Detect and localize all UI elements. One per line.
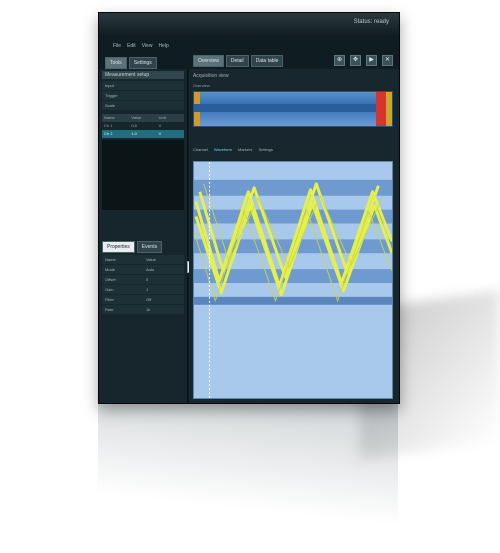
left-panel: Measurement setup Input Trigger Scale Na…: [99, 69, 188, 403]
column-header: Value: [131, 115, 142, 120]
property-value: 0: [146, 277, 149, 282]
table-cell: V: [158, 123, 162, 128]
menu-item-help[interactable]: Help: [158, 43, 168, 49]
tab-tools[interactable]: Tools: [105, 57, 127, 69]
property-value: 1: [146, 287, 149, 292]
filter-bar: Channel Waveform Markers Settings: [193, 147, 273, 152]
table-cell: 1.0: [131, 131, 137, 136]
property-row[interactable]: Gain 1: [102, 285, 184, 294]
property-value: Off: [146, 297, 152, 302]
table-cell: Ch 2: [104, 131, 113, 136]
property-key: Gain: [105, 287, 114, 292]
timeline-strip: [194, 104, 392, 112]
title-bar: Status: ready: [99, 13, 399, 37]
bottom-tabs: Properties Events: [102, 241, 163, 253]
overview-timeline[interactable]: [193, 91, 393, 127]
band: [194, 296, 392, 305]
panel-header: Measurement setup: [102, 71, 184, 79]
tab-data-table[interactable]: Data table: [250, 55, 284, 67]
filter-channel[interactable]: Channel: [193, 147, 208, 152]
property-row[interactable]: Offset 0: [102, 275, 184, 284]
view-header: Acquisition view: [193, 73, 229, 79]
play-icon[interactable]: ▶: [366, 55, 377, 66]
close-icon[interactable]: ✕: [382, 55, 393, 66]
app-window: Status: ready File Edit View Help Tools …: [98, 12, 400, 404]
table-cell: Ch 1: [104, 123, 113, 128]
property-key: Filter: [105, 297, 114, 302]
field-scale[interactable]: Scale: [102, 101, 184, 110]
property-key: Rate: [105, 307, 114, 312]
table-row[interactable]: Ch 1 0.5 V: [102, 122, 184, 130]
timeline-end-cap: [386, 92, 392, 126]
tab-events[interactable]: Events: [136, 241, 163, 253]
field-input[interactable]: Input: [102, 81, 184, 90]
column-header: Name: [104, 115, 115, 120]
column-header: Unit: [158, 115, 166, 120]
window-title: Status: ready: [353, 19, 389, 25]
overview-label: Overview: [193, 83, 210, 88]
zoom-icon[interactable]: ⊕: [334, 55, 345, 66]
pan-icon[interactable]: ✥: [350, 55, 361, 66]
property-row[interactable]: Name Value: [102, 255, 184, 264]
waveform-trace: [198, 182, 380, 279]
property-value: Value: [146, 257, 156, 262]
table-row-selected[interactable]: Ch 2 1.0 V: [102, 130, 184, 138]
table-cell: V: [158, 131, 162, 136]
field-trigger[interactable]: Trigger: [102, 91, 184, 100]
filter-settings[interactable]: Settings: [258, 147, 272, 152]
tab-settings[interactable]: Settings: [128, 57, 157, 69]
menu-item-edit[interactable]: Edit: [127, 43, 136, 49]
property-row[interactable]: Filter Off: [102, 295, 184, 304]
tab-overview[interactable]: Overview: [193, 55, 224, 67]
waveform-svg: [194, 162, 392, 398]
property-key: Offset: [105, 277, 116, 282]
waveform-plot[interactable]: [193, 161, 393, 399]
channel-table: Name Value Unit Ch 1 0.5 V Ch 2 1.0 V: [102, 114, 184, 138]
tab-properties[interactable]: Properties: [102, 241, 135, 253]
property-key: Mode: [105, 267, 116, 272]
property-value: Auto: [146, 267, 155, 272]
tab-detail[interactable]: Detail: [225, 55, 249, 67]
right-panel: Overview Detail Data table ⊕ ✥ ▶ ✕ Acqui…: [189, 55, 399, 403]
property-value: 1k: [146, 307, 151, 312]
filter-waveform[interactable]: Waveform: [214, 147, 232, 152]
menu-bar: File Edit View Help: [113, 43, 169, 49]
toolbar: ⊕ ✥ ▶ ✕: [334, 55, 393, 66]
property-row[interactable]: Rate 1k: [102, 305, 184, 314]
table-cell: 0.5: [131, 123, 137, 128]
band: [194, 179, 392, 196]
right-tabs: Overview Detail Data table: [193, 55, 284, 67]
property-key: Name: [105, 257, 116, 262]
empty-list-area: [102, 140, 184, 210]
left-tabs: Tools Settings: [105, 57, 157, 69]
filter-markers[interactable]: Markers: [238, 147, 252, 152]
table-header: Name Value Unit: [102, 114, 184, 122]
property-row[interactable]: Mode Auto: [102, 265, 184, 274]
menu-item-view[interactable]: View: [142, 43, 153, 49]
menu-item-file[interactable]: File: [113, 43, 121, 49]
timeline-end-marker: [376, 92, 386, 126]
properties-grid: Name Value Mode Auto Offset 0 Gain 1 Filter O…: [102, 255, 184, 315]
